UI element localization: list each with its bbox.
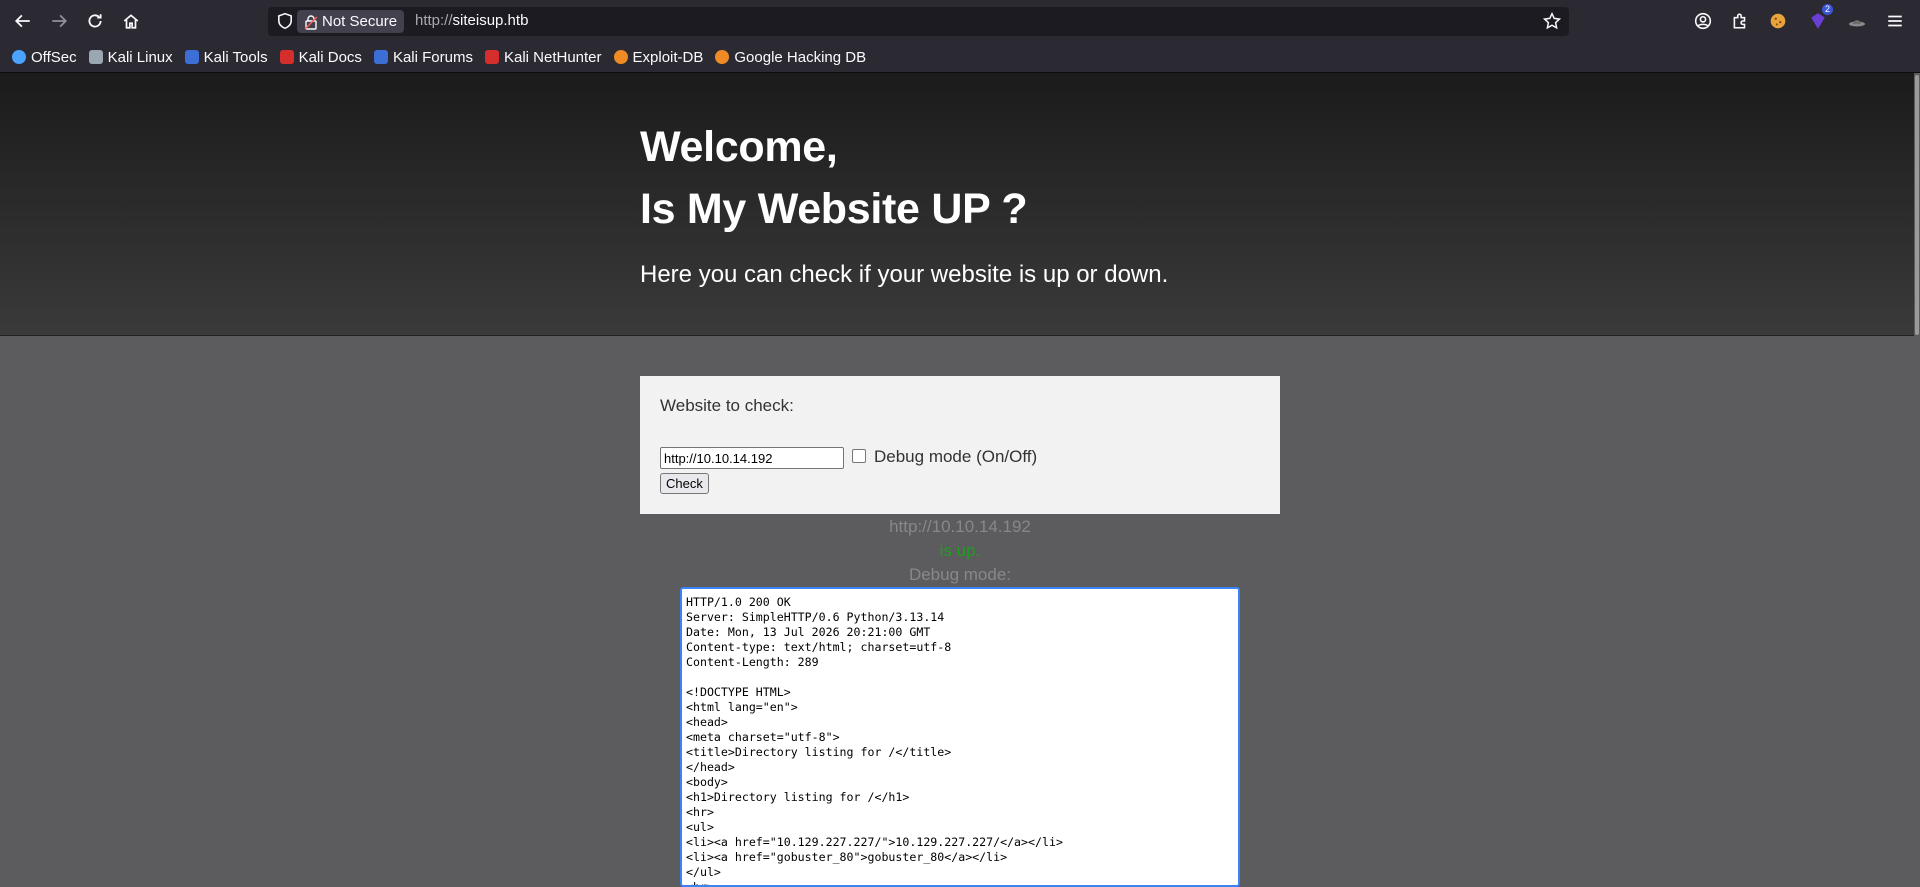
bookmark-offsec[interactable]: OffSec: [12, 49, 77, 66]
site-title-heading: Is My Website UP ?: [640, 185, 1028, 233]
exploit-db-icon: [613, 50, 628, 64]
bookmark-label: Kali Docs: [298, 48, 362, 66]
extension-badge: 2: [1821, 4, 1833, 15]
bookmark-label: Exploit-DB: [632, 48, 704, 66]
shield-extension-icon[interactable]: 2: [1807, 4, 1833, 32]
page-scrollbar[interactable]: [1914, 73, 1920, 887]
scrollbar-thumb[interactable]: [1915, 75, 1919, 335]
bookmark-kali-forums[interactable]: Kali Forums: [373, 48, 473, 66]
bookmark-label: Kali Tools: [203, 48, 268, 66]
extensions-icon[interactable]: [1729, 10, 1751, 32]
address-bar[interactable]: Not Secure http://siteisup.htb: [268, 7, 1569, 36]
reload-icon[interactable]: [83, 9, 107, 33]
url-text[interactable]: http://siteisup.htb: [415, 12, 528, 29]
kali-tools-icon: [184, 50, 199, 64]
shield-icon[interactable]: [276, 12, 294, 30]
bookmark-exploit-db[interactable]: Exploit-DB: [613, 48, 704, 66]
debug-output-textarea[interactable]: HTTP/1.0 200 OK Server: SimpleHTTP/0.6 P…: [680, 587, 1240, 887]
ghdb-icon: [715, 50, 730, 64]
offsec-icon: [12, 50, 26, 64]
cookie-extension-icon[interactable]: [1767, 10, 1789, 32]
result-url: http://10.10.14.192: [889, 517, 1031, 536]
url-protocol: http://: [415, 12, 453, 29]
page-content: Welcome, Is My Website UP ? Here you can…: [0, 73, 1920, 887]
url-host: siteisup.htb: [452, 12, 529, 29]
account-icon[interactable]: [1692, 10, 1714, 32]
kali-dragon-icon: [88, 50, 103, 64]
debug-mode-label[interactable]: Debug mode (On/Off): [874, 447, 1037, 467]
not-secure-label: Not Secure: [322, 13, 398, 30]
home-icon[interactable]: [119, 9, 143, 33]
not-secure-badge[interactable]: Not Secure: [297, 10, 405, 33]
bookmark-label: Google Hacking DB: [734, 48, 867, 66]
nethunter-icon: [484, 50, 499, 64]
bookmark-label: Kali NetHunter: [503, 48, 602, 66]
debug-heading: Debug mode:: [908, 565, 1012, 584]
result-status: is up.: [939, 541, 981, 560]
forward-icon[interactable]: [47, 9, 71, 33]
check-form: Website to check: Debug mode (On/Off) Ch…: [640, 376, 1280, 514]
hat-extension-icon[interactable]: [1846, 10, 1868, 32]
browser-toolbar: Not Secure http://siteisup.htb 2: [0, 0, 1920, 42]
kali-docs-icon: [279, 50, 294, 64]
bookmark-kali-nethunter[interactable]: Kali NetHunter: [484, 48, 602, 66]
bookmark-kali-tools[interactable]: Kali Tools: [184, 48, 268, 66]
bookmark-kali-linux[interactable]: Kali Linux: [88, 48, 173, 66]
website-url-input[interactable]: [660, 447, 844, 469]
bookmark-google-hacking-db[interactable]: Google Hacking DB: [715, 49, 866, 66]
bookmarks-bar: OffSec Kali Linux Kali Tools Kali Docs K…: [0, 42, 1920, 73]
bookmark-label: Kali Linux: [107, 48, 173, 66]
website-label: Website to check:: [660, 396, 794, 415]
debug-mode-checkbox[interactable]: [852, 449, 866, 463]
bookmark-label: OffSec: [31, 48, 77, 66]
bookmark-label: Kali Forums: [392, 48, 473, 66]
lock-icon: [304, 14, 318, 30]
bookmark-star-icon[interactable]: [1543, 12, 1561, 30]
welcome-heading: Welcome,: [640, 123, 838, 171]
hero-banner: Welcome, Is My Website UP ? Here you can…: [0, 73, 1920, 336]
check-button[interactable]: Check: [660, 473, 709, 494]
bookmark-kali-docs[interactable]: Kali Docs: [279, 48, 362, 66]
menu-icon[interactable]: [1884, 10, 1906, 32]
back-icon[interactable]: [11, 9, 35, 33]
hero-subtitle: Here you can check if your website is up…: [640, 261, 1169, 288]
kali-forums-icon: [373, 50, 388, 64]
